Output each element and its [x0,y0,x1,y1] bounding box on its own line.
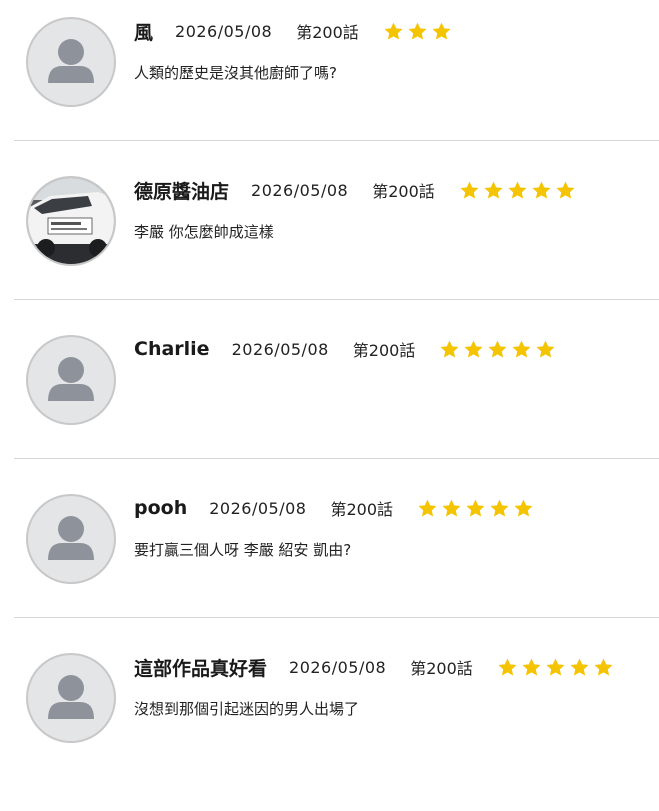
comment-date: 2026/05/08 [289,657,387,677]
star-icon [460,181,479,199]
rating-stars [459,180,576,201]
avatar [26,653,116,743]
commenter-name[interactable]: 風 [134,18,153,45]
rating-stars [417,498,534,519]
comment-item: Charlie 2026/05/08 第200話 [0,334,659,493]
divider [14,140,659,141]
comment-meta: 風 2026/05/08 第200話 [134,16,452,46]
avatar [26,17,116,107]
star-icon [490,499,509,517]
star-icon [464,340,483,358]
star-icon [546,658,565,676]
star-icon [522,658,541,676]
star-icon [594,658,613,676]
rating-stars [383,21,452,42]
commenter-name[interactable]: 德原醬油店 [134,177,229,204]
rating-stars [439,339,556,360]
divider [14,617,659,618]
comment-date: 2026/05/08 [231,339,329,359]
star-icon [440,340,459,358]
user-silhouette-icon [48,357,94,401]
star-icon [418,499,437,517]
comment-date: 2026/05/08 [175,21,273,41]
commenter-name[interactable]: 這部作品真好看 [134,654,267,681]
star-icon [570,658,589,676]
avatar [26,335,116,425]
comment-meta: 這部作品真好看 2026/05/08 第200話 [134,652,614,682]
commenter-name[interactable]: Charlie [134,338,210,360]
episode-label: 第200話 [296,23,359,42]
rating-stars [497,657,614,678]
star-icon [484,181,503,199]
comment-meta: Charlie 2026/05/08 第200話 [134,334,556,364]
star-icon [442,499,461,517]
star-icon [512,340,531,358]
divider [14,458,659,459]
star-icon [498,658,517,676]
comment-item: pooh 2026/05/08 第200話 要打贏三個人呀 李嚴 紹安 凱由? [0,493,659,652]
comment-date: 2026/05/08 [251,180,349,200]
star-icon [514,499,533,517]
comment-meta: 德原醬油店 2026/05/08 第200話 [134,175,576,205]
star-icon [408,22,427,40]
star-icon [532,181,551,199]
user-silhouette-icon [48,39,94,83]
divider [14,299,659,300]
comment-item: 這部作品真好看 2026/05/08 第200話 沒想到那個引起迷因的男人出場了 [0,652,659,811]
comment-date: 2026/05/08 [209,498,307,518]
star-icon [536,340,555,358]
episode-label: 第200話 [372,182,435,201]
car-photo-icon [28,178,114,264]
comment-text: 人類的歷史是沒其他廚師了嗎? [134,64,337,82]
comment-item: 風 2026/05/08 第200話 人類的歷史是沒其他廚師了嗎? [0,16,659,175]
episode-label: 第200話 [330,500,393,519]
comment-item: 德原醬油店 2026/05/08 第200話 李嚴 你怎麼帥成這樣 [0,175,659,334]
star-icon [466,499,485,517]
comment-text: 要打贏三個人呀 李嚴 紹安 凱由? [134,541,352,559]
comment-text: 李嚴 你怎麼帥成這樣 [134,223,274,241]
episode-label: 第200話 [410,659,473,678]
user-silhouette-icon [48,675,94,719]
avatar [26,176,116,266]
avatar [26,494,116,584]
star-icon [488,340,507,358]
star-icon [384,22,403,40]
star-icon [508,181,527,199]
star-icon [432,22,451,40]
comment-text: 沒想到那個引起迷因的男人出場了 [134,700,360,718]
commenter-name[interactable]: pooh [134,497,187,519]
comment-meta: pooh 2026/05/08 第200話 [134,493,534,523]
episode-label: 第200話 [352,341,416,360]
star-icon [556,181,575,199]
user-silhouette-icon [48,516,94,560]
